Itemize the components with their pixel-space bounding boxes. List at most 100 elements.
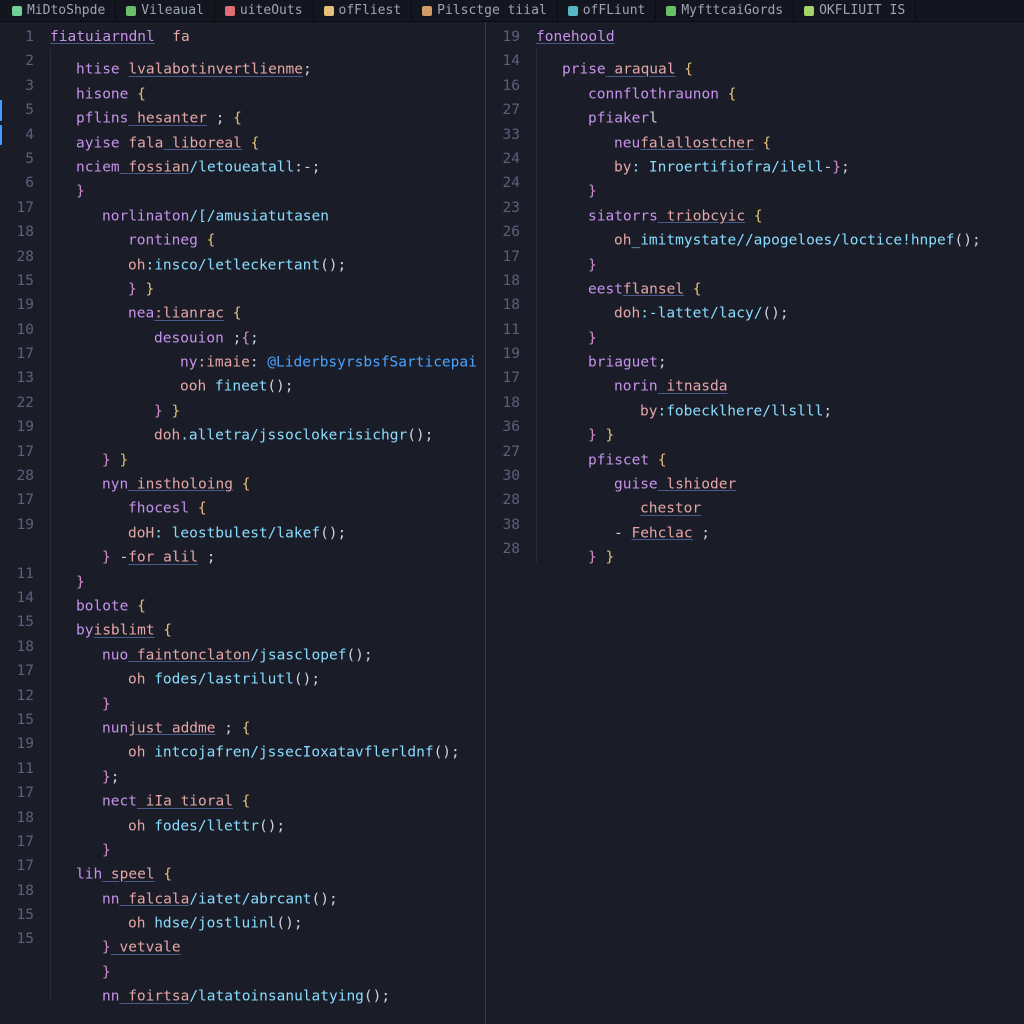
line-number: 36 bbox=[486, 415, 520, 439]
code-line[interactable]: pfiscet { bbox=[536, 440, 1024, 464]
tab-2[interactable]: uiteOuts bbox=[215, 1, 314, 20]
code-line[interactable]: oh_imitmystate//apogeloes/loctice!hnpef(… bbox=[536, 220, 1024, 244]
code-token: ; bbox=[841, 159, 850, 175]
code-line[interactable]: nunjust addme ; { bbox=[50, 708, 485, 732]
line-number: 3 bbox=[0, 74, 34, 98]
code-line[interactable]: oh fodes/llettr(); bbox=[50, 806, 485, 830]
indent-guide bbox=[50, 659, 128, 683]
indent-guide bbox=[50, 171, 76, 195]
line-number: 22 bbox=[0, 391, 34, 415]
indent-guide bbox=[536, 147, 614, 171]
indent-guide bbox=[50, 123, 76, 147]
indent-guide bbox=[50, 684, 102, 708]
code-line[interactable]: oh intcojafren/jssecIoxatavflerldnf(); bbox=[50, 732, 485, 756]
code-token: ; bbox=[693, 525, 710, 541]
code-line[interactable]: ayise fala liboreal { bbox=[50, 123, 485, 147]
code-token bbox=[155, 29, 172, 45]
code-line[interactable]: nea:lianrac { bbox=[50, 293, 485, 317]
code-line[interactable]: briaguet; bbox=[536, 342, 1024, 366]
indent-guide bbox=[50, 318, 154, 342]
code-line[interactable]: fhocesl { bbox=[50, 488, 485, 512]
code-right[interactable]: fonehooldprise araqual {connflothraunon … bbox=[530, 22, 1024, 1024]
code-token: lvalabotinvertlienme bbox=[128, 62, 303, 78]
line-number: 11 bbox=[0, 562, 34, 586]
line-number: 17 bbox=[0, 854, 34, 878]
tab-4[interactable]: Pilsctge tiial bbox=[412, 1, 558, 20]
tab-label: Vileaual bbox=[141, 3, 204, 18]
tab-1[interactable]: Vileaual bbox=[116, 1, 215, 20]
indent-guide bbox=[536, 269, 588, 293]
indent-guide bbox=[536, 440, 588, 464]
code-line[interactable]: doH: leostbulest/lakef(); bbox=[50, 513, 485, 537]
indent-guide bbox=[536, 49, 562, 73]
line-number: 11 bbox=[486, 318, 520, 342]
code-line[interactable]: eestflansel { bbox=[536, 269, 1024, 293]
code-line[interactable]: by: Inroertifiofra/ilell-}; bbox=[536, 147, 1024, 171]
code-line[interactable]: siatorrs triobcyic { bbox=[536, 196, 1024, 220]
code-line[interactable]: guise lshioder bbox=[536, 464, 1024, 488]
code-token: (); bbox=[762, 306, 788, 322]
code-line[interactable]: norlinaton/[/amusiatutasen bbox=[50, 196, 485, 220]
code-line[interactable]: neufalallostcher { bbox=[536, 123, 1024, 147]
code-line[interactable]: fiatuiarndnl fa bbox=[50, 25, 485, 49]
code-line[interactable]: ny:imaie: @LiderbsyrsbsfSarticepai bbox=[50, 342, 485, 366]
code-token: fodes/llettr bbox=[145, 818, 259, 834]
tab-5[interactable]: ofFLiunt bbox=[558, 1, 657, 20]
code-line[interactable]: by:fobecklhere/llslll; bbox=[536, 391, 1024, 415]
file-icon bbox=[422, 6, 432, 16]
tab-6[interactable]: MyfttcaiGords bbox=[656, 1, 794, 20]
code-line[interactable]: pflins hesanter ; { bbox=[50, 98, 485, 122]
code-line[interactable]: nciem fossian/letoueatall:-; bbox=[50, 147, 485, 171]
editor-pane-left[interactable]: 1235456171828151910171322191728171911141… bbox=[0, 22, 486, 1024]
code-line[interactable]: lih speel { bbox=[50, 854, 485, 878]
code-line[interactable]: doh.alletra/jssoclokerisichgr(); bbox=[50, 415, 485, 439]
code-left[interactable]: fiatuiarndnl fahtise lvalabotinvertlienm… bbox=[44, 22, 485, 1024]
code-line[interactable]: nn foirtsa/latatoinsanulatying(); bbox=[50, 976, 485, 1000]
code-line[interactable]: desouion ;{; bbox=[50, 318, 485, 342]
line-number: 12 bbox=[0, 684, 34, 708]
code-line[interactable]: nn falcala/iatet/abrcant(); bbox=[50, 879, 485, 903]
tab-label: Pilsctge tiial bbox=[437, 3, 547, 18]
code-line[interactable]: nect iIa tioral { bbox=[50, 781, 485, 805]
tab-0[interactable]: MiDtoShpde bbox=[2, 1, 116, 20]
code-line[interactable]: - Fehclac ; bbox=[536, 513, 1024, 537]
code-line[interactable]: bolote { bbox=[50, 586, 485, 610]
line-number: 19 bbox=[0, 513, 34, 537]
line-number: 18 bbox=[0, 635, 34, 659]
code-token: nn bbox=[102, 989, 119, 1005]
line-number: 17 bbox=[0, 659, 34, 683]
code-line[interactable]: doh:-lattet/lacy/(); bbox=[536, 293, 1024, 317]
code-line[interactable]: pfiakerl bbox=[536, 98, 1024, 122]
line-number: 10 bbox=[0, 318, 34, 342]
code-line[interactable]: nuo faintonclaton/jsasclopef(); bbox=[50, 635, 485, 659]
code-line[interactable]: chestor bbox=[536, 488, 1024, 512]
code-token: (); bbox=[267, 379, 293, 395]
code-line[interactable]: norin itnasda bbox=[536, 366, 1024, 390]
indent-guide bbox=[50, 537, 102, 561]
code-token: :fobecklhere/llslll bbox=[657, 403, 823, 419]
code-line[interactable]: } } bbox=[536, 537, 1024, 561]
file-icon bbox=[804, 6, 814, 16]
file-icon bbox=[126, 6, 136, 16]
tab-7[interactable]: OKFLIUIT IS bbox=[794, 1, 916, 20]
indent-guide bbox=[50, 196, 102, 220]
code-line[interactable]: htise lvalabotinvertlienme; bbox=[50, 49, 485, 73]
code-line[interactable]: oh fodes/lastrilutl(); bbox=[50, 659, 485, 683]
line-number: 28 bbox=[486, 537, 520, 561]
code-line[interactable]: nyn instholoing { bbox=[50, 464, 485, 488]
indent-guide bbox=[536, 123, 614, 147]
tab-3[interactable]: ofFliest bbox=[314, 1, 413, 20]
code-line[interactable]: oh hdse/jostluinl(); bbox=[50, 903, 485, 927]
code-line[interactable]: connflothraunon { bbox=[536, 74, 1024, 98]
line-number: 15 bbox=[0, 903, 34, 927]
code-line[interactable]: byisblimt { bbox=[50, 610, 485, 634]
code-line[interactable]: oh:insco/letleckertant(); bbox=[50, 245, 485, 269]
code-line[interactable]: fonehoold bbox=[536, 25, 1024, 49]
indent-guide bbox=[50, 635, 102, 659]
editor-pane-right[interactable]: 1914162733242423261718181119171836273028… bbox=[486, 22, 1024, 1024]
code-token: fodes/lastrilutl bbox=[145, 672, 293, 688]
line-number: 28 bbox=[0, 464, 34, 488]
indent-guide bbox=[50, 74, 76, 98]
code-line[interactable]: prise araqual { bbox=[536, 49, 1024, 73]
code-token: (); bbox=[346, 647, 372, 663]
